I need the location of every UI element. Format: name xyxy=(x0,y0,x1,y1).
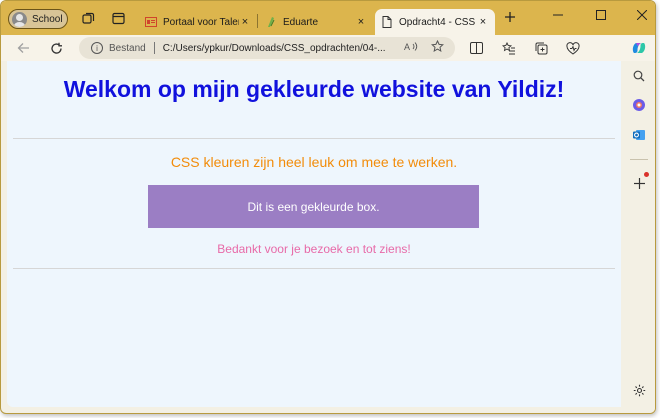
close-icon[interactable] xyxy=(634,7,650,23)
tab-portaal[interactable]: Portaal voor Talen × xyxy=(139,9,257,35)
thanks-text: Bedankt voor je bezoek en tot ziens! xyxy=(217,242,411,256)
info-icon[interactable]: i xyxy=(91,42,103,54)
profile-label: School xyxy=(32,13,63,25)
colored-box-text: Dit is een gekleurde box. xyxy=(247,199,380,214)
favorite-star-icon[interactable] xyxy=(429,39,445,56)
sidebar-separator xyxy=(630,159,648,160)
read-aloud-icon[interactable]: A xyxy=(403,41,419,55)
browser-essentials-icon[interactable] xyxy=(566,41,580,55)
tab-title: Opdracht4 - CSS k xyxy=(399,16,477,28)
tab-title: Portaal voor Talen xyxy=(163,16,239,28)
tab-title: Eduarte xyxy=(283,16,319,28)
horizontal-rule xyxy=(13,268,615,269)
minimize-icon[interactable] xyxy=(550,7,566,23)
edge-sidebar xyxy=(622,43,655,413)
tab-close-icon[interactable]: × xyxy=(355,16,367,28)
tab-close-icon[interactable]: × xyxy=(239,16,251,28)
horizontal-rule xyxy=(13,138,615,139)
eduarte-icon xyxy=(265,16,277,28)
shopping-icon[interactable] xyxy=(630,96,648,114)
split-screen-icon[interactable] xyxy=(469,41,483,55)
web-page: Welkom op mijn gekleurde website van Yil… xyxy=(7,61,621,407)
outlook-icon[interactable] xyxy=(630,126,648,144)
url-text[interactable]: C:/Users/ypkur/Downloads/CSS_opdrachten/… xyxy=(163,43,403,54)
tab-eduarte[interactable]: Eduarte × xyxy=(259,9,373,35)
tab-bar: School Portaal voor Talen × Eduarte × Op… xyxy=(1,1,655,35)
address-toolbar: i Bestand C:/Users/ypkur/Downloads/CSS_o… xyxy=(1,35,655,61)
page-title: Welkom op mijn gekleurde website van Yil… xyxy=(63,76,565,102)
maximize-icon[interactable] xyxy=(593,7,609,23)
address-divider xyxy=(153,42,155,54)
address-bar[interactable]: i Bestand C:/Users/ypkur/Downloads/CSS_o… xyxy=(79,37,455,59)
collections-icon[interactable] xyxy=(534,41,548,55)
colored-box: Dit is een gekleurde box. xyxy=(148,185,479,228)
back-arrow-icon[interactable] xyxy=(15,40,31,56)
tab-separator xyxy=(257,14,258,28)
browser-window: School Portaal voor Talen × Eduarte × Op… xyxy=(0,0,656,414)
tab-actions-icon[interactable] xyxy=(111,11,125,25)
notification-dot xyxy=(644,172,649,177)
svg-text:A: A xyxy=(404,42,410,52)
tab-close-icon[interactable]: × xyxy=(477,16,489,28)
file-badge: Bestand xyxy=(109,42,146,54)
copilot-icon[interactable] xyxy=(630,39,648,57)
tab-opdracht4[interactable]: Opdracht4 - CSS k × xyxy=(375,9,495,35)
refresh-icon[interactable] xyxy=(48,40,64,56)
new-tab-icon[interactable] xyxy=(503,10,517,24)
avatar-icon xyxy=(12,11,27,27)
settings-gear-icon[interactable] xyxy=(630,381,648,399)
profile-button[interactable]: School xyxy=(8,9,68,29)
favorites-icon[interactable] xyxy=(502,41,516,55)
intro-text: CSS kleuren zijn heel leuk om mee te wer… xyxy=(170,154,458,170)
portal-icon xyxy=(145,16,157,28)
document-icon xyxy=(381,16,393,28)
workspaces-icon[interactable] xyxy=(81,11,95,25)
search-icon[interactable] xyxy=(630,67,648,85)
